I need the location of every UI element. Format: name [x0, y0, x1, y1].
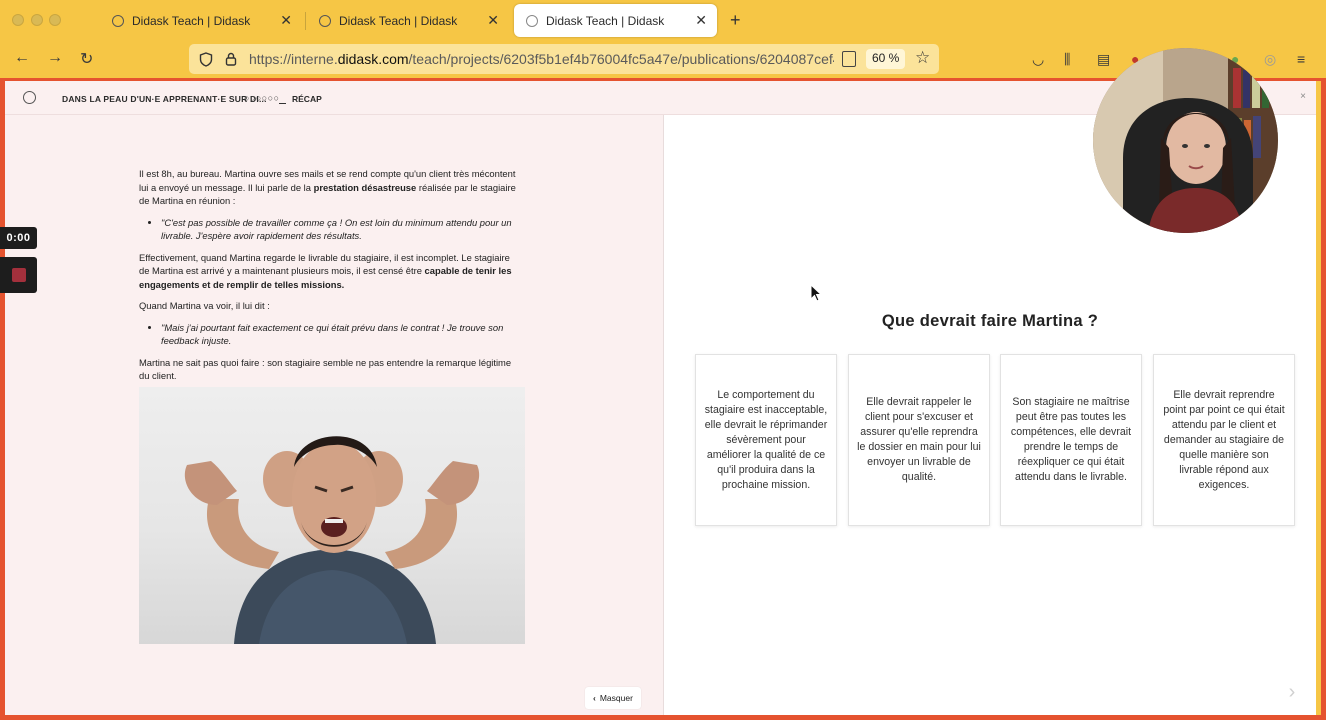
answer-choice-2[interactable]: Elle devrait rappeler le client pour s'e… [848, 354, 990, 526]
tab-close-icon[interactable]: ✕ [487, 12, 499, 29]
hide-text-button[interactable]: ‹ Masquer [585, 687, 641, 709]
story-text: Il est 8h, au bureau. Martina ouvre ses … [139, 167, 517, 391]
reload-icon[interactable]: ↻ [80, 49, 93, 69]
choice-text: Son stagiaire ne maîtrise peut être pas … [1010, 396, 1132, 483]
story-paragraph-1: Il est 8h, au bureau. Martina ouvre ses … [139, 168, 516, 206]
didask-favicon-icon [526, 14, 538, 27]
client-quote: "C'est pas possible de travailler comme … [161, 216, 517, 243]
story-paragraph-4: Martina ne sait pas quoi faire : son sta… [139, 356, 512, 382]
sidebar-icon[interactable]: ▤ [1097, 51, 1110, 68]
forward-arrow-icon[interactable]: → [47, 49, 63, 67]
back-arrow-icon[interactable]: ← [14, 49, 30, 67]
window-minimize-button[interactable] [31, 14, 43, 26]
tab-title: Didask Teach | Didask [132, 13, 251, 28]
close-icon[interactable]: × [1300, 91, 1306, 102]
browser-tab-bar: Didask Teach | Didask ✕ Didask Teach | D… [0, 0, 1326, 41]
choice-text: Le comportement du stagiaire est inaccep… [704, 388, 828, 491]
shield-icon[interactable] [199, 51, 213, 67]
recap-link[interactable]: RÉCAP [292, 94, 322, 104]
browser-tab-1[interactable]: Didask Teach | Didask ✕ [100, 4, 302, 37]
didask-favicon-icon [319, 14, 331, 27]
tab-close-icon[interactable]: ✕ [280, 12, 292, 29]
frustrated-man-photo [139, 387, 525, 644]
window-close-button[interactable] [12, 14, 24, 26]
menu-icon[interactable]: ≡ [1297, 51, 1305, 67]
progress-current-indicator [279, 103, 286, 104]
choice-text: Elle devrait rappeler le client pour s'e… [857, 396, 981, 483]
window-zoom-button[interactable] [49, 14, 61, 26]
answer-choice-1[interactable]: Le comportement du stagiaire est inaccep… [695, 354, 837, 526]
browser-tab-2[interactable]: Didask Teach | Didask ✕ [307, 4, 509, 37]
answer-choice-3[interactable]: Son stagiaire ne maîtrise peut être pas … [1000, 354, 1142, 526]
stop-recording-button[interactable] [0, 257, 37, 293]
browser-tab-active[interactable]: Didask Teach | Didask ✕ [514, 4, 717, 37]
didask-favicon-icon [112, 14, 124, 27]
url-bar[interactable]: https://interne.didask.com/teach/project… [189, 44, 939, 74]
intern-quote: "Mais j'ai pourtant fait exactement ce q… [161, 321, 517, 348]
tab-title: Didask Teach | Didask [339, 13, 458, 28]
story-paragraph-2: Effectivement, quand Martina regarde le … [139, 251, 512, 290]
recording-timer: 0:00 [0, 227, 37, 249]
tab-title: Didask Teach | Didask [546, 13, 665, 28]
pocket-icon[interactable]: ◡ [1032, 51, 1044, 68]
stop-icon [11, 268, 26, 282]
lock-icon[interactable] [225, 52, 237, 66]
webcam-bubble[interactable] [1093, 48, 1278, 233]
story-pane: Il est 8h, au bureau. Martina ouvre ses … [5, 115, 664, 715]
extension-shield-icon[interactable]: ◎ [1264, 51, 1276, 68]
hide-button-label: Masquer [599, 693, 633, 703]
next-chevron-icon[interactable]: › [1274, 675, 1310, 709]
mouse-cursor-icon [810, 284, 822, 302]
bookmark-star-icon[interactable]: ☆ [915, 48, 930, 68]
zoom-level-badge[interactable]: 60 % [866, 49, 906, 69]
url-text[interactable]: https://interne.didask.com/teach/project… [249, 51, 834, 67]
reader-view-icon[interactable] [842, 51, 856, 67]
course-breadcrumb[interactable]: DANS LA PEAU D'UN·E APPRENANT·E SUR DI..… [62, 94, 267, 104]
choice-text: Elle devrait reprendre point par point c… [1163, 388, 1285, 491]
chevron-left-icon: ‹ [593, 693, 596, 703]
question-title: Que devrait faire Martina ? [881, 312, 1099, 330]
progress-dots[interactable]: ○○○○○○ [244, 93, 280, 103]
tab-close-icon[interactable]: ✕ [695, 12, 707, 29]
answer-choice-4[interactable]: Elle devrait reprendre point par point c… [1153, 354, 1295, 526]
didask-logo-icon[interactable] [23, 91, 36, 104]
story-paragraph-3: Quand Martina va voir, il lui dit : [139, 300, 270, 311]
library-icon[interactable]: ⫼ [1064, 51, 1070, 68]
new-tab-button[interactable]: + [730, 10, 741, 31]
tab-separator [305, 12, 306, 30]
